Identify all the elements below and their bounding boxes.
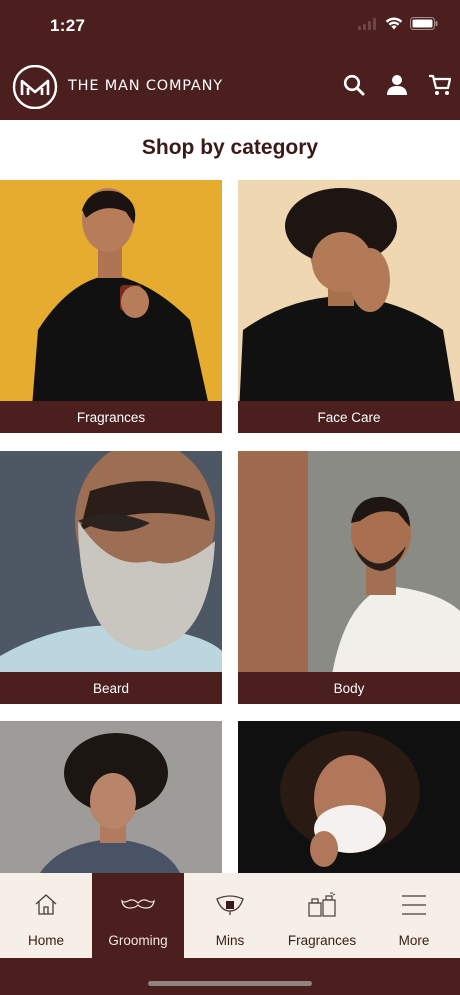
tab-label: Mins <box>215 933 245 948</box>
category-tile-body[interactable]: Body <box>238 451 460 704</box>
body-photo <box>238 451 460 704</box>
brand-name: THE MAN COMPANY <box>68 78 223 94</box>
tab-label: Home <box>27 933 64 948</box>
category-label: Body <box>238 672 460 704</box>
tab-grooming[interactable]: Grooming <box>92 873 184 958</box>
category-5-photo <box>0 721 222 873</box>
mustache-icon <box>121 899 155 909</box>
cart-icon <box>429 74 452 95</box>
tab-label: Grooming <box>108 933 168 948</box>
category-label: Face Care <box>238 401 460 433</box>
account-button[interactable] <box>384 72 410 98</box>
category-tile-6[interactable] <box>238 721 460 873</box>
brand-logo-icon[interactable] <box>11 65 59 109</box>
wifi-icon <box>385 17 403 30</box>
bottom-tab-bar: Home Grooming Mins Fragrances More <box>0 873 460 958</box>
status-bar: 1:27 <box>0 0 460 52</box>
battery-icon <box>410 17 438 30</box>
signal-icon <box>358 17 376 30</box>
search-icon <box>343 74 365 96</box>
status-time: 1:27 <box>50 16 86 35</box>
tab-label: More <box>398 933 430 948</box>
category-tile-beard[interactable]: Beard <box>0 451 222 704</box>
app-header: THE MAN COMPANY <box>0 52 460 120</box>
cart-button[interactable] <box>427 72 453 98</box>
category-tile-5[interactable] <box>0 721 222 873</box>
section-title: Shop by category <box>141 136 319 159</box>
tab-mins[interactable]: Mins <box>184 873 276 958</box>
fragrances-photo <box>0 180 222 433</box>
status-icons <box>358 17 438 30</box>
search-button[interactable] <box>341 72 367 98</box>
category-label: Fragrances <box>0 401 222 433</box>
category-6-photo <box>238 721 460 873</box>
home-icon <box>35 894 57 915</box>
tab-more[interactable]: More <box>368 873 460 958</box>
category-tile-face-care[interactable]: Face Care <box>238 180 460 433</box>
home-indicator[interactable] <box>148 981 312 986</box>
user-icon <box>387 75 407 95</box>
face-care-photo <box>238 180 460 433</box>
category-tile-fragrances[interactable]: Fragrances <box>0 180 222 433</box>
mins-icon <box>216 895 244 915</box>
bottom-safe-area <box>0 958 460 995</box>
tab-label: Fragrances <box>287 933 357 948</box>
category-label: Beard <box>0 672 222 704</box>
menu-icon <box>402 895 426 915</box>
tab-home[interactable]: Home <box>0 873 92 958</box>
beard-photo <box>0 451 222 704</box>
perfume-icon <box>308 892 336 917</box>
tab-fragrances[interactable]: Fragrances <box>276 873 368 958</box>
